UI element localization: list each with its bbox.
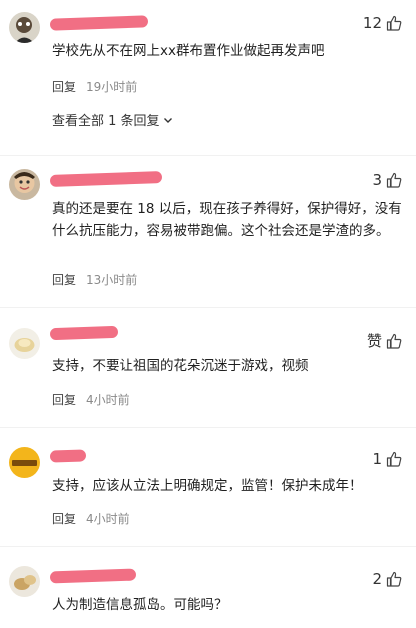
comment-text: 支持，应该从立法上明确规定，监管！保护未成年！ bbox=[52, 478, 363, 494]
divider bbox=[0, 307, 416, 308]
timestamp: 4小时前 bbox=[86, 393, 130, 407]
reply-button[interactable]: 回复 bbox=[52, 391, 76, 408]
like-button[interactable]: 2 bbox=[372, 570, 402, 588]
chevron-down-icon bbox=[163, 117, 172, 123]
thumbs-up-icon bbox=[386, 333, 402, 349]
like-button[interactable]: 赞 bbox=[367, 330, 402, 351]
timestamp: 4小时前 bbox=[86, 512, 130, 526]
comment-meta: 回复 19小时前 bbox=[52, 78, 137, 95]
like-count: 2 bbox=[372, 570, 382, 588]
comment-text: 学校先从不在网上xx群布置作业做起再发声吧 bbox=[52, 43, 325, 59]
timestamp: 13小时前 bbox=[86, 273, 138, 287]
timestamp: 19小时前 bbox=[86, 80, 138, 94]
thumbs-up-icon bbox=[386, 172, 402, 188]
username-redacted[interactable] bbox=[49, 449, 87, 463]
avatar[interactable] bbox=[9, 566, 40, 597]
avatar[interactable] bbox=[9, 447, 40, 478]
comment-text: 真的还是要在 18 以后，现在孩子养得好，保护得好，没有什么抗压能力，容易被带跑… bbox=[52, 201, 402, 239]
username-redacted[interactable] bbox=[49, 568, 137, 584]
reply-button[interactable]: 回复 bbox=[52, 271, 76, 288]
reply-button[interactable]: 回复 bbox=[52, 510, 76, 527]
comment-text: 支持，不要让祖国的花朵沉迷于游戏，视频 bbox=[52, 358, 309, 374]
username-redacted[interactable] bbox=[49, 15, 149, 31]
avatar[interactable] bbox=[9, 169, 40, 200]
view-all-label: 查看全部 1 条回复 bbox=[52, 114, 160, 129]
divider bbox=[0, 427, 416, 428]
comment-meta: 回复 4小时前 bbox=[52, 391, 130, 408]
thumbs-up-icon bbox=[386, 571, 402, 587]
like-button[interactable]: 12 bbox=[363, 14, 402, 32]
like-count: 12 bbox=[362, 14, 382, 32]
view-all-replies-link[interactable]: 查看全部 1 条回复 bbox=[52, 110, 174, 129]
comment-text: 人为制造信息孤岛。可能吗？ bbox=[52, 597, 228, 613]
divider bbox=[0, 155, 416, 156]
like-count: 1 bbox=[372, 450, 382, 468]
avatar[interactable] bbox=[9, 328, 40, 359]
comment-meta: 回复 13小时前 bbox=[52, 271, 137, 288]
reply-button[interactable]: 回复 bbox=[52, 78, 76, 95]
thumbs-up-icon bbox=[386, 15, 402, 31]
username-redacted[interactable] bbox=[49, 171, 163, 187]
username-redacted[interactable] bbox=[49, 325, 119, 341]
thumbs-up-icon bbox=[386, 451, 402, 467]
like-count: 3 bbox=[372, 171, 382, 189]
like-count: 赞 bbox=[366, 332, 382, 350]
avatar[interactable] bbox=[9, 12, 40, 43]
like-button[interactable]: 3 bbox=[372, 171, 402, 189]
comment-meta: 回复 4小时前 bbox=[52, 510, 130, 527]
like-button[interactable]: 1 bbox=[372, 450, 402, 468]
divider bbox=[0, 546, 416, 547]
